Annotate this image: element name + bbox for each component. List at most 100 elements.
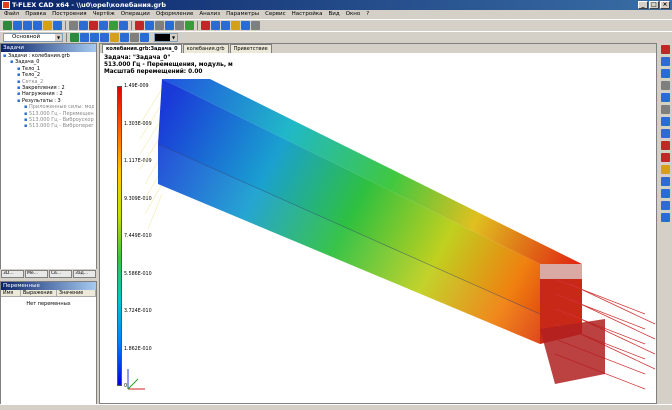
- view-tool-icon[interactable]: [660, 45, 670, 54]
- menu-drawing[interactable]: Чертёж: [93, 10, 115, 19]
- left-panel-tabs: 3D... Ме... Св... Зад...: [0, 269, 97, 279]
- beam-upper-side: [158, 79, 540, 314]
- toolbar-tool-icon[interactable]: [53, 21, 62, 30]
- scale-label: 3.724E-010: [124, 309, 152, 314]
- column-name[interactable]: Имя: [1, 290, 21, 296]
- window-controls: _ □ ×: [638, 1, 670, 9]
- menu-operations[interactable]: Операции: [121, 10, 150, 19]
- view-tool-icon[interactable]: [660, 189, 670, 198]
- toolbar-tool-icon[interactable]: [221, 21, 230, 30]
- model-viewport: [127, 79, 656, 390]
- view-tool-icon[interactable]: [660, 201, 670, 210]
- menu-edit[interactable]: Правка: [25, 10, 46, 19]
- color-select[interactable]: ▼: [154, 33, 178, 42]
- menu-file[interactable]: Файл: [4, 10, 19, 19]
- scale-label: 1.117E-009: [124, 159, 152, 164]
- view-tool-icon[interactable]: [660, 141, 670, 150]
- view-tool-icon[interactable]: [660, 69, 670, 78]
- toolbar-tool-icon[interactable]: [155, 21, 164, 30]
- maximize-button[interactable]: □: [649, 1, 659, 9]
- menu-window[interactable]: Окно: [346, 10, 361, 19]
- tree-item-label: Тело_2: [21, 72, 41, 79]
- menu-bar: Файл Правка Построения Чертёж Операции О…: [0, 10, 672, 19]
- document-window[interactable]: колебания.grb:Задача_0 колебания.grb При…: [99, 43, 657, 404]
- empty-variables-text: Нет переменных: [26, 301, 71, 307]
- variables-panel-title: Переменные: [1, 282, 96, 290]
- toolbar-tool-icon[interactable]: [251, 21, 260, 30]
- property-tool-icon[interactable]: [120, 33, 129, 42]
- menu-analysis[interactable]: Анализ: [199, 10, 220, 19]
- menu-parameters[interactable]: Параметры: [226, 10, 259, 19]
- tab-drawing[interactable]: колебания.grb: [182, 44, 229, 53]
- tab-3d-model[interactable]: 3D...: [1, 270, 24, 278]
- menu-annotation[interactable]: Оформление: [156, 10, 194, 19]
- view-tool-icon[interactable]: [660, 81, 670, 90]
- property-tool-icon[interactable]: [140, 33, 149, 42]
- view-tool-icon[interactable]: [660, 213, 670, 222]
- view-tool-icon[interactable]: [660, 129, 670, 138]
- view-tool-icon[interactable]: [660, 105, 670, 114]
- toolbar-tool-icon[interactable]: [175, 21, 184, 30]
- toolbar-tool-icon[interactable]: [13, 21, 22, 30]
- view-tool-icon[interactable]: [660, 117, 670, 126]
- document-tabs: колебания.grb:Задача_0 колебания.grb При…: [100, 44, 656, 53]
- menu-service[interactable]: Сервис: [265, 10, 286, 19]
- toolbar-tool-icon[interactable]: [3, 21, 12, 30]
- toolbar-tool-icon[interactable]: [23, 21, 32, 30]
- tab-task-result[interactable]: колебания.grb:Задача_0: [102, 44, 182, 53]
- scale-label: 1.862E-010: [124, 346, 152, 352]
- view-tool-icon[interactable]: [660, 57, 670, 66]
- column-value[interactable]: Значение: [57, 290, 96, 296]
- status-bar: [0, 404, 672, 410]
- menu-view[interactable]: Вид: [329, 10, 340, 19]
- toolbar-tool-icon[interactable]: [79, 21, 88, 30]
- menu-settings[interactable]: Настройка: [292, 10, 323, 19]
- toolbar-tool-icon[interactable]: [89, 21, 98, 30]
- toolbar-tool-icon[interactable]: [165, 21, 174, 30]
- view-tool-icon[interactable]: [660, 177, 670, 186]
- property-tool-icon[interactable]: [80, 33, 89, 42]
- toolbar-tool-icon[interactable]: [241, 21, 250, 30]
- toolbar-tool-icon[interactable]: [119, 21, 128, 30]
- title-bar: T-FLEX CAD x64 - \\u0\opel\колебания.grb…: [0, 0, 672, 10]
- beam-lower-side: [158, 144, 540, 344]
- toolbar-tool-icon[interactable]: [145, 21, 154, 30]
- tree-item-label: Тело_1: [21, 65, 41, 72]
- tab-welcome[interactable]: Приветствие: [229, 44, 272, 53]
- property-tool-icon[interactable]: [70, 33, 79, 42]
- tree-item[interactable]: ▪ 513.000 Гц - Виброперегрузки,: [3, 123, 94, 129]
- toolbar-tool-icon[interactable]: [99, 21, 108, 30]
- toolbar-tool-icon[interactable]: [33, 21, 42, 30]
- close-button[interactable]: ×: [660, 1, 670, 9]
- property-tool-icon[interactable]: [90, 33, 99, 42]
- property-tool-icon[interactable]: [100, 33, 109, 42]
- minimize-button[interactable]: _: [638, 1, 648, 9]
- main-toolbar: [0, 19, 672, 31]
- menu-help[interactable]: ?: [366, 10, 369, 19]
- view-tool-icon[interactable]: [660, 153, 670, 162]
- app-icon: [2, 1, 10, 9]
- tab-tasks[interactable]: Зад...: [73, 270, 96, 278]
- layer-select[interactable]: Основной ▼: [3, 33, 63, 42]
- displacement-scale: Масштаб перемещений: 0.00: [104, 69, 203, 75]
- toolbar-tool-icon[interactable]: [135, 21, 144, 30]
- toolbar-tool-icon[interactable]: [109, 21, 118, 30]
- menu-construct[interactable]: Построения: [52, 10, 86, 19]
- scale-label: 5.586E-010: [124, 271, 152, 277]
- property-tool-icon[interactable]: [110, 33, 119, 42]
- property-tool-icon[interactable]: [130, 33, 139, 42]
- toolbar-tool-icon[interactable]: [231, 21, 240, 30]
- toolbar-tool-icon[interactable]: [69, 21, 78, 30]
- toolbar-tool-icon[interactable]: [211, 21, 220, 30]
- toolbar-tool-icon[interactable]: [43, 21, 52, 30]
- column-expression[interactable]: Выражение: [21, 290, 57, 296]
- view-tool-icon[interactable]: [660, 93, 670, 102]
- tree-item-label: Закрепления : 2: [21, 85, 65, 92]
- layer-select-value: Основной: [12, 34, 41, 40]
- axis-triad: [127, 369, 145, 390]
- toolbar-tool-icon[interactable]: [185, 21, 194, 30]
- view-tool-icon[interactable]: [660, 165, 670, 174]
- tab-menu[interactable]: Ме...: [25, 270, 48, 278]
- tab-properties[interactable]: Св...: [49, 270, 72, 278]
- toolbar-tool-icon[interactable]: [201, 21, 210, 30]
